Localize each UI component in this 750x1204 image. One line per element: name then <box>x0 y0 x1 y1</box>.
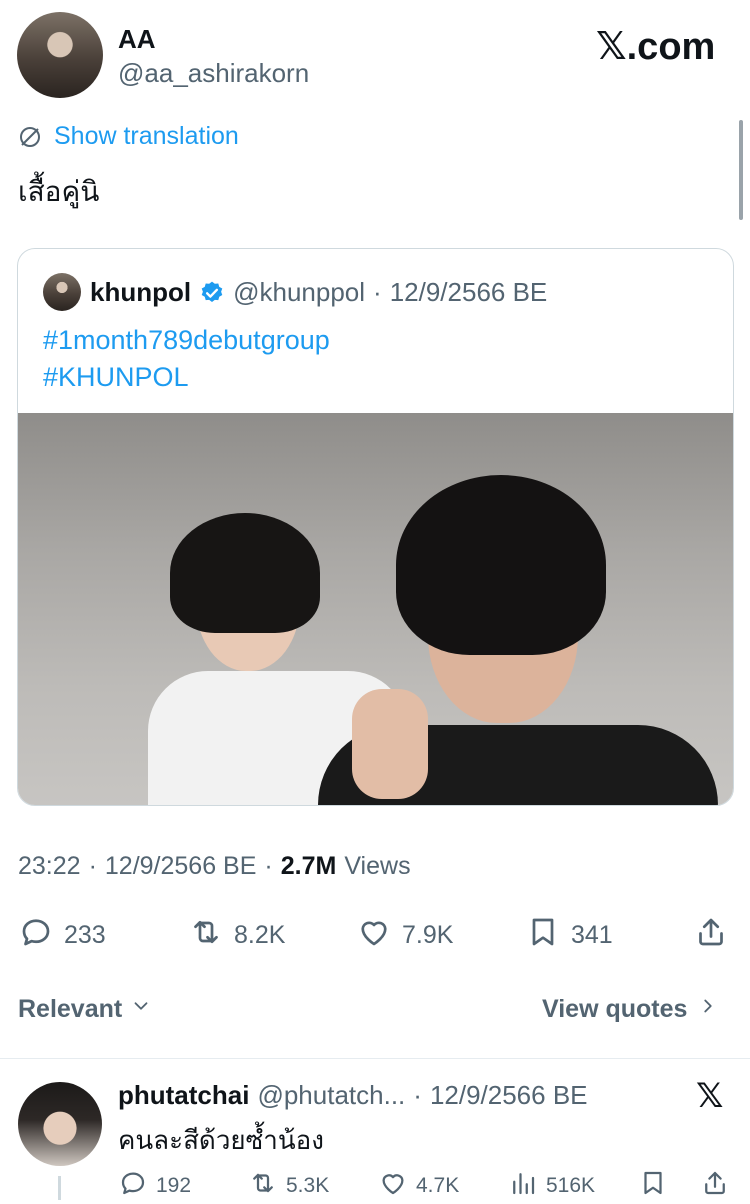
translate-icon <box>18 125 42 149</box>
retweet-icon <box>248 1168 278 1204</box>
bookmark-count: 341 <box>571 921 613 949</box>
quoted-photo[interactable] <box>18 413 733 805</box>
like-count: 7.9K <box>402 921 454 949</box>
reply-x-icon: 𝕏 <box>696 1077 724 1115</box>
retweet-icon <box>188 914 224 957</box>
sort-relevant-dropdown[interactable]: Relevant <box>18 995 152 1024</box>
reply-retweet-count: 5.3K <box>286 1174 330 1197</box>
share-icon <box>700 1168 730 1204</box>
meta-separator: · <box>88 852 97 880</box>
reply-avatar[interactable] <box>18 1082 102 1166</box>
tweet-text: เสื้อคู่นิ <box>18 176 100 207</box>
verified-badge-icon <box>199 280 225 306</box>
heart-icon <box>356 914 392 957</box>
reply-button[interactable]: 233 <box>18 914 106 957</box>
quoted-name[interactable]: khunpol <box>90 277 191 308</box>
reply-like-count: 4.7K <box>416 1174 460 1197</box>
quoted-tweet-card[interactable]: khunpol @khunppol · 12/9/2566 BE #1month… <box>17 248 734 806</box>
quoted-date[interactable]: 12/9/2566 BE <box>390 277 548 308</box>
reply-like-button[interactable]: 4.7K <box>378 1168 459 1204</box>
reply-name[interactable]: phutatchai <box>118 1080 249 1111</box>
retweet-button[interactable]: 8.2K <box>188 914 285 957</box>
author-avatar[interactable] <box>17 12 103 98</box>
reply-views-button[interactable]: 516K <box>508 1168 595 1204</box>
meta-separator-2: · <box>264 852 273 880</box>
views-bar-chart-icon <box>508 1168 538 1204</box>
reply-views-count: 516K <box>546 1174 596 1197</box>
reply-handle[interactable]: @phutatch... <box>257 1080 405 1111</box>
reply-icon <box>18 914 54 957</box>
tweet-meta: 23:22 · 12/9/2566 BE · 2.7M Views <box>18 852 411 881</box>
reply-date[interactable]: 12/9/2566 BE <box>430 1080 588 1111</box>
quoted-handle[interactable]: @khunppol <box>233 277 365 308</box>
like-button[interactable]: 7.9K <box>356 914 453 957</box>
bookmark-icon <box>525 914 561 957</box>
reply-text: คนละสีด้วยซ้ำน้อง <box>118 1125 324 1155</box>
divider <box>0 1058 750 1059</box>
reply-share-button[interactable] <box>700 1168 730 1204</box>
thread-line <box>58 1176 61 1200</box>
x-com-label: .com <box>626 26 716 68</box>
photo-person-left-hair <box>170 513 320 633</box>
reply-header: phutatchai @phutatch... · 12/9/2566 BE <box>118 1080 588 1111</box>
x-com-logo: 𝕏 .com <box>596 24 715 69</box>
tweet-date[interactable]: 12/9/2566 BE <box>105 852 257 881</box>
reply-count: 233 <box>64 921 106 949</box>
view-quotes-label: View quotes <box>542 995 688 1023</box>
retweet-count: 8.2K <box>234 921 286 949</box>
share-button[interactable] <box>693 914 729 957</box>
hashtag-khunpol[interactable]: #KHUNPOL <box>43 362 189 393</box>
sort-relevant-label: Relevant <box>18 995 123 1023</box>
photo-person-right-hair <box>396 475 606 655</box>
reply-reply-count: 192 <box>156 1174 192 1197</box>
chevron-right-icon <box>697 995 719 1024</box>
quoted-avatar[interactable] <box>43 273 81 311</box>
views-count: 2.7M <box>280 852 337 880</box>
show-translation-button[interactable]: Show translation <box>18 122 239 151</box>
bookmark-icon <box>638 1168 668 1204</box>
reply-icon <box>118 1168 148 1204</box>
reply-retweet-button[interactable]: 5.3K <box>248 1168 329 1204</box>
scrollbar[interactable] <box>739 120 743 220</box>
view-quotes-link[interactable]: View quotes <box>542 995 719 1024</box>
author-name[interactable]: AA <box>118 24 156 55</box>
reply-separator: · <box>413 1080 422 1110</box>
quoted-separator: · <box>373 277 382 307</box>
author-handle[interactable]: @aa_ashirakorn <box>118 58 309 89</box>
x-icon: 𝕏 <box>596 26 627 68</box>
show-translation-label: Show translation <box>54 122 239 150</box>
tweet-time[interactable]: 23:22 <box>18 852 81 881</box>
quoted-header: khunpol @khunppol · 12/9/2566 BE <box>90 277 547 308</box>
chevron-down-icon <box>130 995 152 1024</box>
hashtag-1month789debutgroup[interactable]: #1month789debutgroup <box>43 325 330 356</box>
reply-reply-button[interactable]: 192 <box>118 1168 191 1204</box>
reply-bookmark-button[interactable] <box>638 1168 668 1204</box>
photo-peace-hand <box>352 689 428 799</box>
views-label: Views <box>344 852 411 880</box>
heart-icon <box>378 1168 408 1204</box>
bookmark-button[interactable]: 341 <box>525 914 613 957</box>
share-icon <box>693 914 729 957</box>
